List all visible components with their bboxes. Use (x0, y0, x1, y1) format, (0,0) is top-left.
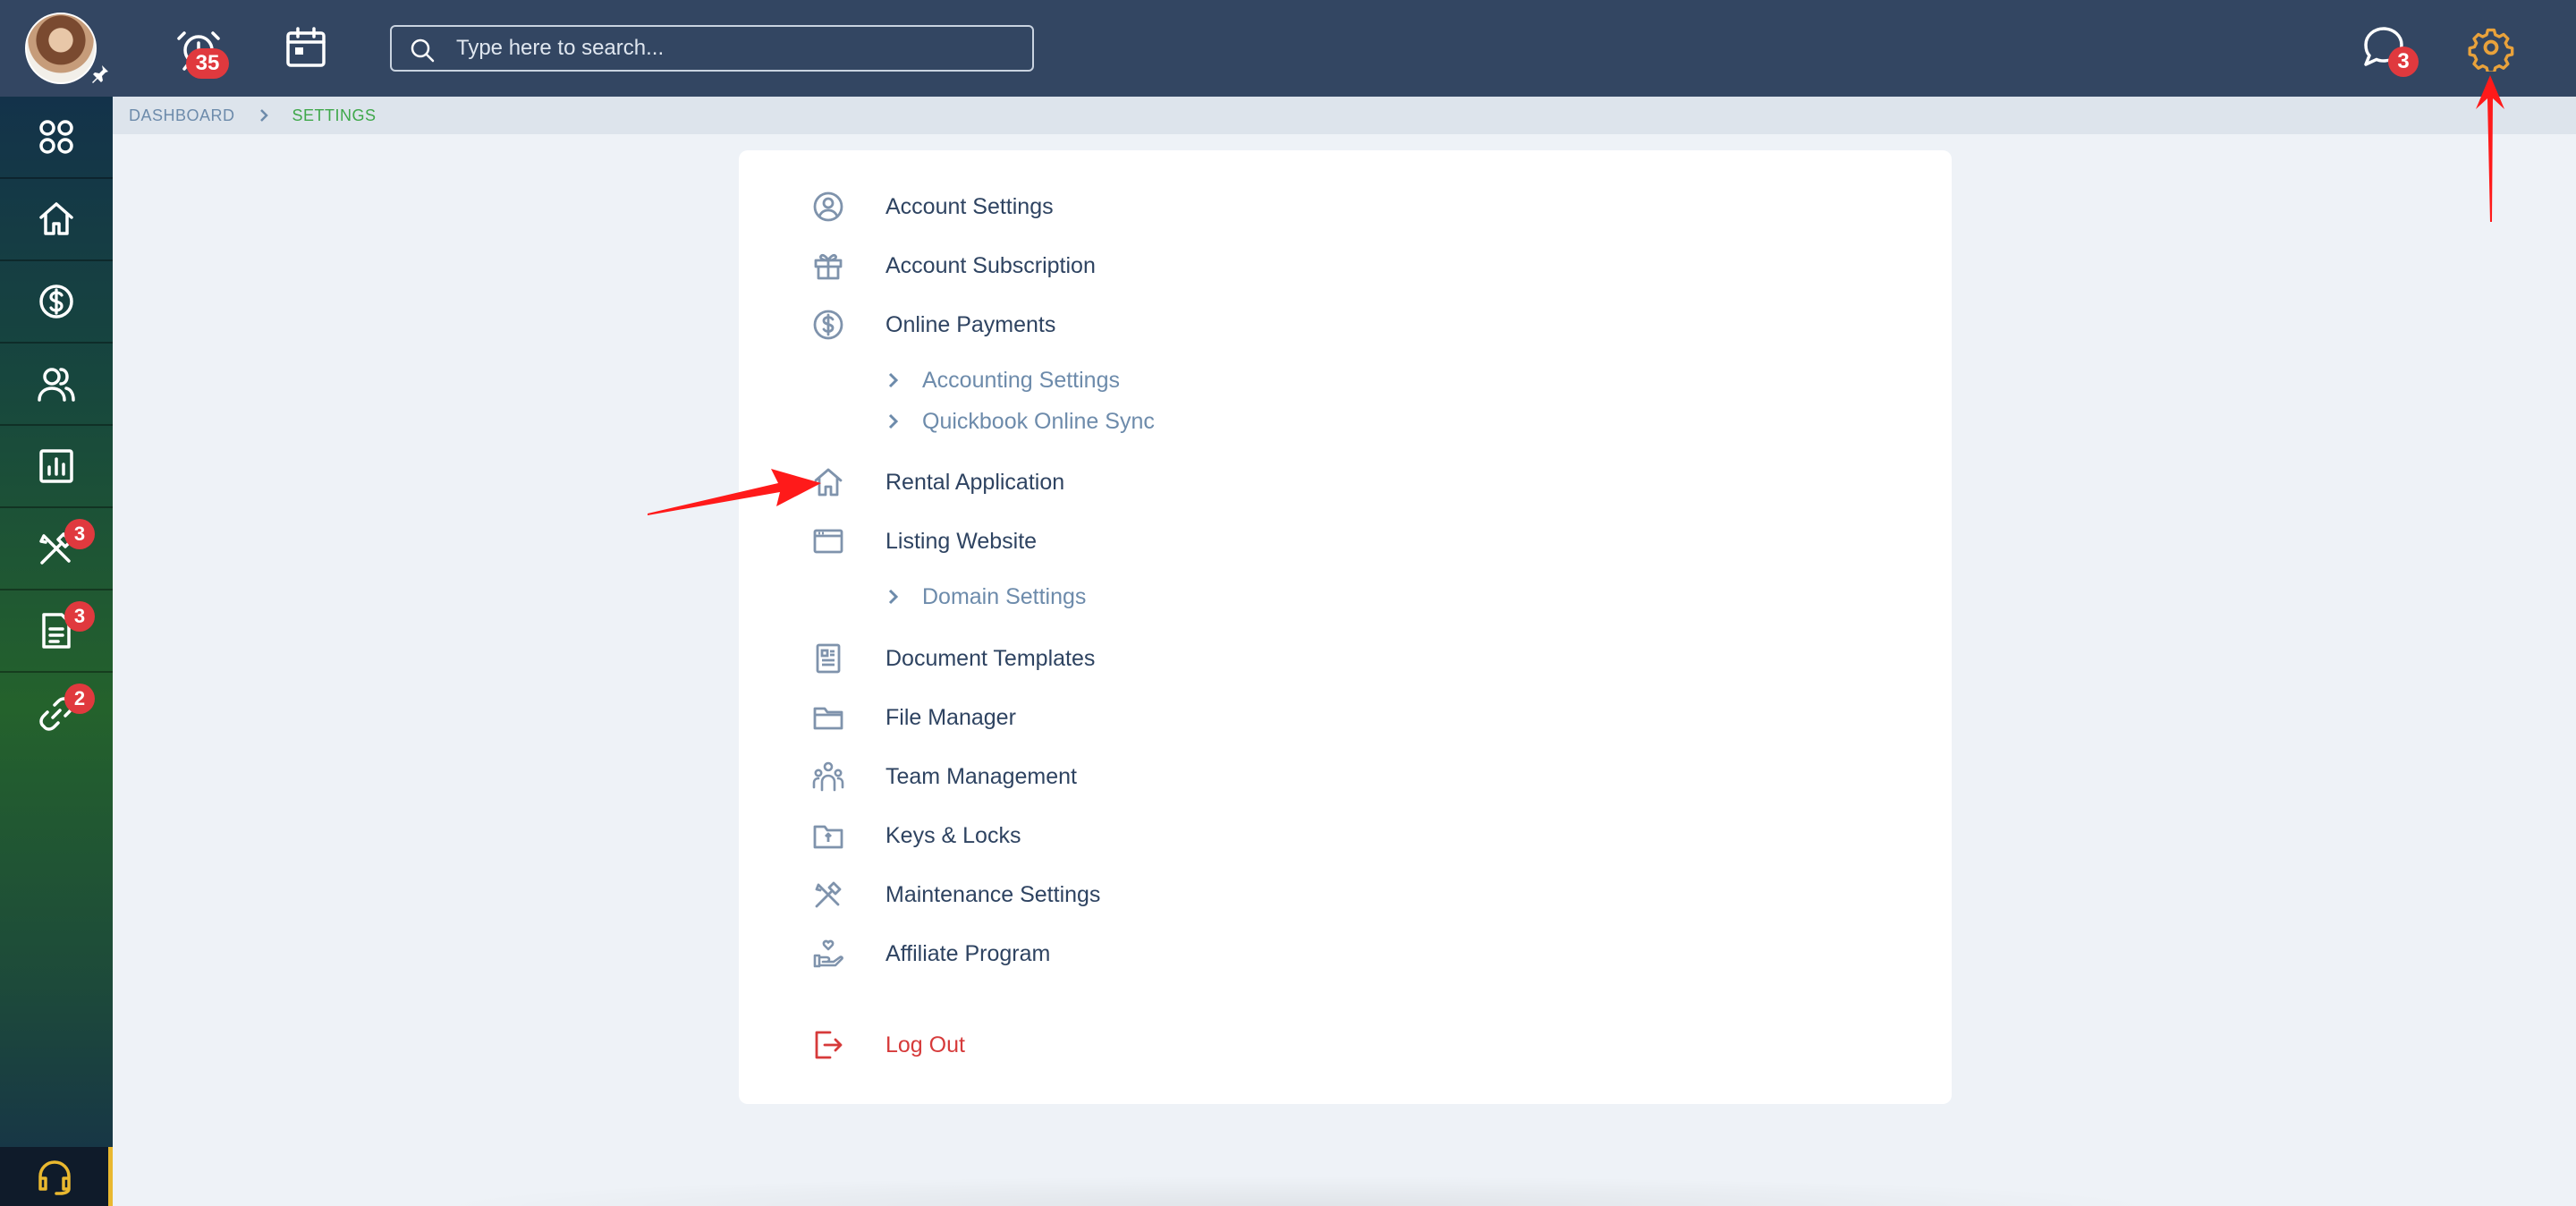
menu-label: Team Management (886, 763, 1078, 789)
settings-panel: Account Settings Account Subscription On… (739, 150, 1952, 1104)
menu-label: Account Subscription (886, 252, 1096, 278)
user-avatar[interactable] (25, 13, 97, 84)
links-badge: 2 (64, 684, 95, 714)
pin-icon[interactable] (89, 63, 111, 84)
team-icon (812, 761, 844, 792)
maintenance-badge: 3 (64, 519, 95, 549)
sidebar-item-links[interactable]: 2 (0, 673, 113, 755)
sidebar-item-payments[interactable] (0, 261, 113, 344)
users-icon (38, 368, 75, 402)
chart-icon (39, 449, 73, 483)
breadcrumb: DASHBOARD SETTINGS (113, 97, 2576, 134)
chevron-right-icon (888, 413, 899, 429)
logout-icon (815, 1031, 843, 1059)
submenu-label: Domain Settings (922, 583, 1087, 609)
chevron-right-icon (888, 589, 899, 605)
document-template-icon (816, 643, 841, 674)
apps-grid-icon (39, 120, 73, 154)
breadcrumb-dashboard[interactable]: DASHBOARD (129, 106, 235, 125)
gear-icon[interactable] (2467, 23, 2515, 72)
key-folder-icon (813, 825, 843, 849)
home-icon (39, 202, 73, 235)
sidebar-item-reports[interactable] (0, 426, 113, 508)
chevron-right-icon (258, 108, 269, 123)
user-circle-icon (813, 191, 843, 222)
hand-heart-icon (813, 939, 843, 968)
menu-label: Listing Website (886, 528, 1038, 554)
folder-icon (813, 707, 843, 730)
menu-label: Online Payments (886, 311, 1056, 337)
menu-label: Maintenance Settings (886, 881, 1101, 907)
sidebar-item-people[interactable] (0, 344, 113, 426)
search-input[interactable] (456, 27, 1011, 70)
search-icon (411, 38, 435, 63)
submenu-label: Quickbook Online Sync (922, 408, 1155, 434)
sidebar-item-home[interactable] (0, 179, 113, 261)
search-box[interactable] (390, 25, 1034, 72)
sidebar-item-documents[interactable]: 3 (0, 590, 113, 673)
notifications-button[interactable]: 35 (175, 23, 229, 79)
menu-label: Rental Application (886, 469, 1065, 495)
menu-label: Affiliate Program (886, 940, 1051, 966)
browser-icon (813, 529, 843, 554)
dollar-circle-icon (813, 310, 843, 340)
messages-badge: 3 (2388, 47, 2419, 77)
documents-badge: 3 (64, 601, 95, 632)
chevron-right-icon (888, 372, 899, 388)
notifications-badge: 35 (186, 48, 229, 79)
bottom-shadow (420, 1176, 2174, 1206)
gift-icon (814, 253, 843, 280)
submenu-label: Accounting Settings (922, 367, 1120, 393)
tools-icon (815, 881, 842, 908)
headset-icon (38, 1160, 71, 1195)
menu-label: Keys & Locks (886, 822, 1021, 848)
menu-label: Document Templates (886, 645, 1096, 671)
home-icon (814, 468, 843, 497)
sidebar-item-apps[interactable] (0, 97, 113, 179)
menu-label: Account Settings (886, 193, 1054, 219)
dollar-icon (39, 285, 73, 318)
messages-button[interactable]: 3 (2361, 25, 2419, 81)
sidebar: 3 3 2 (0, 97, 113, 1206)
breadcrumb-settings: SETTINGS (292, 106, 377, 124)
top-bar: 35 3 (0, 0, 2576, 97)
sidebar-item-maintenance[interactable]: 3 (0, 508, 113, 590)
support-button[interactable] (0, 1147, 113, 1206)
menu-label: Log Out (886, 1032, 965, 1057)
calendar-icon[interactable] (283, 25, 329, 72)
menu-label: File Manager (886, 704, 1016, 730)
